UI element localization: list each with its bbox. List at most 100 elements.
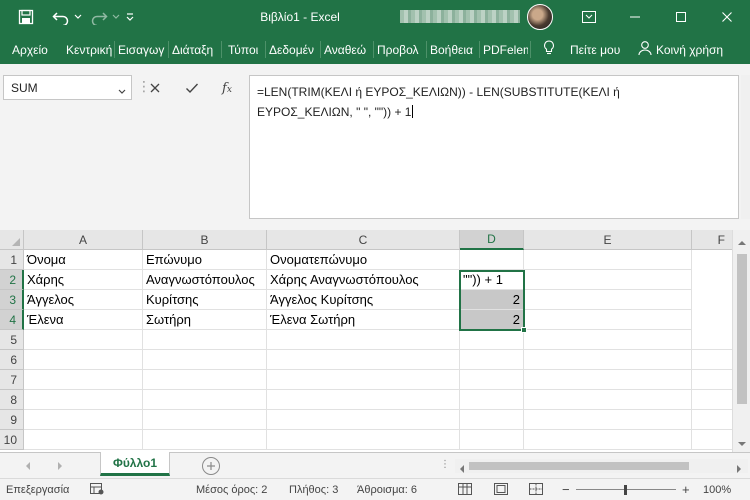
cell-e1[interactable] bbox=[524, 250, 692, 270]
share-button[interactable]: Κοινή χρήση bbox=[656, 43, 723, 57]
tab-pdfelement[interactable]: PDFelem bbox=[483, 43, 528, 57]
scroll-down-icon[interactable] bbox=[737, 437, 747, 451]
cancel-entry-icon[interactable] bbox=[142, 77, 168, 99]
lightbulb-icon[interactable] bbox=[543, 40, 555, 59]
row-header-7[interactable]: 7 bbox=[0, 370, 24, 390]
text-caret bbox=[412, 105, 414, 118]
cell-d4[interactable]: 2 bbox=[460, 310, 524, 330]
zoom-in-icon[interactable]: + bbox=[682, 482, 690, 497]
cell-d3[interactable]: 2 bbox=[460, 290, 524, 310]
row-header-4[interactable]: 4 bbox=[0, 310, 24, 330]
cell-a2[interactable]: Χάρης bbox=[24, 270, 143, 290]
cell-d2-editing[interactable]: "")) + 1 bbox=[460, 270, 524, 290]
row-header-5[interactable]: 5 bbox=[0, 330, 24, 350]
person-icon[interactable] bbox=[638, 40, 652, 59]
column-header-d[interactable]: D bbox=[460, 230, 524, 250]
cell-a3[interactable]: Άγγελος bbox=[24, 290, 143, 310]
tell-me-search[interactable]: Πείτε μου bbox=[570, 43, 620, 57]
cell-a1[interactable]: Όνομα bbox=[24, 250, 143, 270]
cell-a4[interactable]: Έλενα bbox=[24, 310, 143, 330]
status-average: Μέσος όρος: 2 bbox=[196, 484, 268, 496]
cell-b2[interactable]: Αναγνωστόπουλος bbox=[143, 270, 267, 290]
next-sheet-icon[interactable] bbox=[56, 460, 64, 474]
fill-handle[interactable] bbox=[521, 327, 527, 333]
row-header-8[interactable]: 8 bbox=[0, 390, 24, 410]
select-all-corner[interactable] bbox=[0, 230, 24, 250]
horizontal-scrollbar[interactable] bbox=[455, 459, 748, 473]
confirm-entry-icon[interactable] bbox=[179, 77, 205, 99]
row-header-9[interactable]: 9 bbox=[0, 410, 24, 430]
cell-b1[interactable]: Επώνυμο bbox=[143, 250, 267, 270]
cell-c3[interactable]: Άγγελος Κυρίτσης bbox=[267, 290, 460, 310]
zoom-out-icon[interactable]: − bbox=[562, 482, 570, 497]
tab-insert[interactable]: Εισαγωγ bbox=[118, 43, 164, 57]
row-header-2[interactable]: 2 bbox=[0, 270, 24, 290]
tab-layout[interactable]: Διάταξη bbox=[172, 43, 213, 57]
status-sum: Άθροισμα: 6 bbox=[357, 484, 417, 496]
formula-input[interactable]: =LEN(TRIM(ΚΕΛΙ ή ΕΥΡΟΣ_ΚΕΛΙΩΝ)) - LEN(SU… bbox=[249, 75, 739, 219]
scroll-right-icon[interactable] bbox=[735, 462, 743, 476]
add-sheet-icon[interactable] bbox=[202, 457, 220, 475]
tab-view[interactable]: Προβολ bbox=[377, 43, 419, 57]
column-header-b[interactable]: B bbox=[143, 230, 267, 250]
cell-c1[interactable]: Ονοματεπώνυμο bbox=[267, 250, 460, 270]
page-break-preview-icon[interactable] bbox=[529, 483, 543, 498]
sheet-tab-bar: Φύλλο1 ⋮ bbox=[0, 452, 750, 478]
close-icon[interactable] bbox=[704, 0, 750, 34]
insert-function-icon[interactable]: fx bbox=[214, 77, 240, 99]
cell-e4[interactable] bbox=[524, 310, 692, 330]
avatar[interactable] bbox=[527, 4, 553, 30]
empty-cells-area[interactable] bbox=[24, 330, 732, 450]
vertical-scrollbar[interactable] bbox=[732, 230, 750, 452]
minimize-icon[interactable] bbox=[612, 0, 658, 34]
tab-file[interactable]: Αρχείο bbox=[12, 43, 48, 57]
horizontal-scroll-thumb[interactable] bbox=[469, 462, 689, 470]
cell-b4[interactable]: Σωτήρη bbox=[143, 310, 267, 330]
cell-c4[interactable]: Έλενα Σωτήρη bbox=[267, 310, 460, 330]
cell-d1[interactable] bbox=[460, 250, 524, 270]
column-header-e[interactable]: E bbox=[524, 230, 692, 250]
tab-separator bbox=[265, 41, 266, 58]
sheet-tab-active[interactable]: Φύλλο1 bbox=[100, 452, 170, 476]
tab-help[interactable]: Βοήθεια bbox=[430, 43, 473, 57]
macro-recording-icon[interactable] bbox=[90, 483, 104, 498]
tab-separator bbox=[479, 41, 480, 58]
tab-home[interactable]: Κεντρική bbox=[66, 43, 112, 57]
scroll-left-icon[interactable] bbox=[458, 462, 466, 476]
cell-b3[interactable]: Κυρίτσης bbox=[143, 290, 267, 310]
zoom-level[interactable]: 100% bbox=[703, 484, 731, 496]
worksheet-grid: A B C D E F 1 2 3 4 5 6 7 8 9 10 Όνομα Ε… bbox=[0, 230, 732, 452]
previous-sheet-icon[interactable] bbox=[24, 460, 32, 474]
formula-text: =LEN(TRIM(ΚΕΛΙ ή ΕΥΡΟΣ_ΚΕΛΙΩΝ)) - LEN(SU… bbox=[257, 85, 620, 119]
tab-review[interactable]: Αναθεώ bbox=[324, 43, 366, 57]
tab-separator bbox=[373, 41, 374, 58]
ribbon-display-options-icon[interactable] bbox=[566, 0, 612, 34]
column-header-c[interactable]: C bbox=[267, 230, 460, 250]
status-mode: Επεξεργασία bbox=[6, 484, 70, 496]
maximize-icon[interactable] bbox=[658, 0, 704, 34]
cell-c2[interactable]: Χάρης Αναγνωστόπουλος bbox=[267, 270, 460, 290]
tab-formulas[interactable]: Τύποι bbox=[228, 43, 258, 57]
formula-scrollbar[interactable] bbox=[741, 75, 750, 219]
tab-separator bbox=[530, 41, 531, 58]
tab-splitter-grip[interactable]: ⋮ bbox=[440, 459, 450, 470]
row-header-1[interactable]: 1 bbox=[0, 250, 24, 270]
ribbon-tabs: Αρχείο Κεντρική Εισαγωγ Διάταξη Τύποι Δε… bbox=[0, 34, 750, 64]
chevron-down-icon[interactable] bbox=[118, 84, 126, 98]
cell-e2[interactable] bbox=[524, 270, 692, 290]
tab-separator bbox=[221, 41, 222, 58]
row-header-6[interactable]: 6 bbox=[0, 350, 24, 370]
scroll-up-icon[interactable] bbox=[737, 236, 747, 250]
normal-view-icon[interactable] bbox=[458, 483, 472, 498]
column-header-f[interactable]: F bbox=[692, 230, 732, 250]
row-header-3[interactable]: 3 bbox=[0, 290, 24, 310]
select-all-triangle bbox=[12, 238, 20, 246]
tab-data[interactable]: Δεδομέν bbox=[269, 43, 314, 57]
zoom-slider-thumb[interactable] bbox=[624, 485, 627, 495]
name-box[interactable]: SUM bbox=[3, 75, 132, 100]
cell-e3[interactable] bbox=[524, 290, 692, 310]
column-header-a[interactable]: A bbox=[24, 230, 143, 250]
vertical-scroll-thumb[interactable] bbox=[737, 254, 747, 404]
row-header-10[interactable]: 10 bbox=[0, 430, 24, 450]
page-layout-view-icon[interactable] bbox=[494, 483, 508, 498]
